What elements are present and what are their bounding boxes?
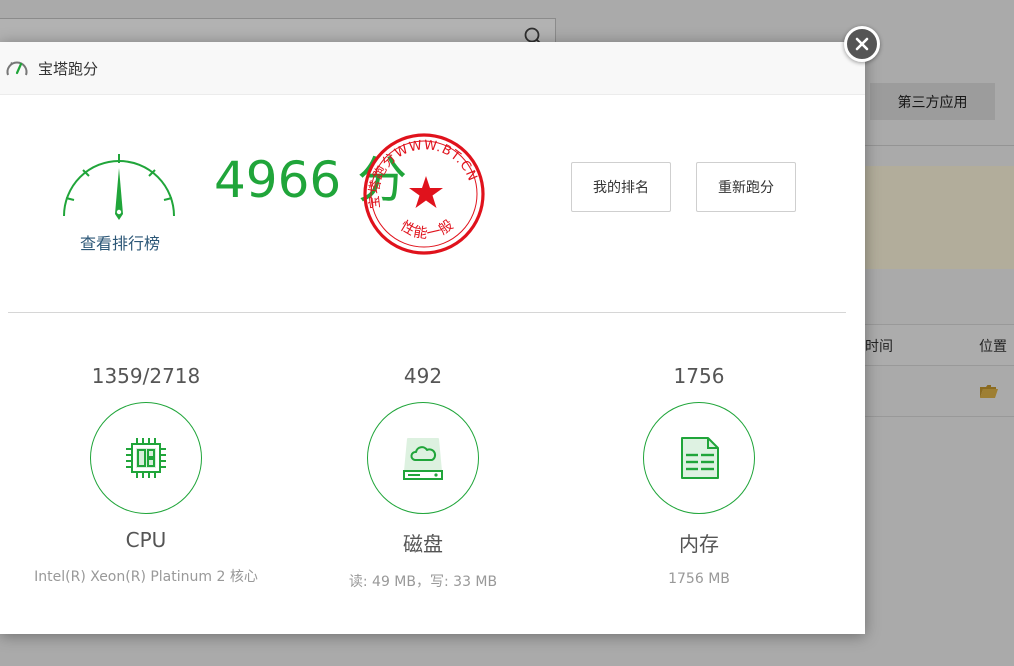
benchmark-dialog: 宝塔跑分 查看排行榜 4966 分 宝塔跑分WWW.BT.CN 性能一般 我的排… xyxy=(0,42,865,634)
memory-description: 1756 MB xyxy=(668,571,730,587)
memory-score: 1756 xyxy=(673,364,725,388)
disk-description: 读: 49 MB，写: 33 MB xyxy=(348,574,498,590)
memory-icon-circle xyxy=(643,402,755,514)
disk-score: 492 xyxy=(403,364,443,388)
speedometer-icon xyxy=(6,61,28,76)
performance-stamp: 宝塔跑分WWW.BT.CN 性能一般 xyxy=(363,133,485,255)
my-rank-button[interactable]: 我的排名 xyxy=(571,162,671,212)
svg-text:性能一般: 性能一般 xyxy=(398,217,458,243)
cpu-label: CPU xyxy=(125,528,167,552)
disk-icon-circle xyxy=(367,402,479,514)
memory-document-icon xyxy=(681,437,719,479)
cpu-score: 1359/2718 xyxy=(91,364,201,388)
gauge-icon[interactable] xyxy=(60,150,178,222)
dialog-header: 宝塔跑分 xyxy=(0,42,865,95)
rerun-benchmark-button[interactable]: 重新跑分 xyxy=(696,162,796,212)
cpu-description: Intel(R) Xeon(R) Platinum 2 核心 xyxy=(34,569,258,585)
star-icon xyxy=(409,176,443,208)
stamp-bottom-text: 性能一般 xyxy=(398,217,457,243)
memory-label: 内存 xyxy=(679,532,719,556)
close-icon[interactable] xyxy=(855,37,869,51)
disk-stat: 492 磁盘 读: 49 MB，写: 33 MB xyxy=(273,364,573,591)
memory-stat: 1756 内存 1756 MB xyxy=(549,364,849,587)
cpu-icon xyxy=(126,438,166,478)
close-button[interactable] xyxy=(844,26,880,62)
disk-cloud-icon xyxy=(403,438,443,480)
disk-label: 磁盘 xyxy=(403,532,443,556)
cpu-icon-circle xyxy=(90,402,202,514)
dialog-title: 宝塔跑分 xyxy=(38,59,99,78)
view-leaderboard-link[interactable]: 查看排行榜 xyxy=(60,230,180,254)
divider xyxy=(8,312,846,313)
cpu-stat: 1359/2718 CPU Intel(R) Xeon(R) Platinum … xyxy=(0,364,296,586)
